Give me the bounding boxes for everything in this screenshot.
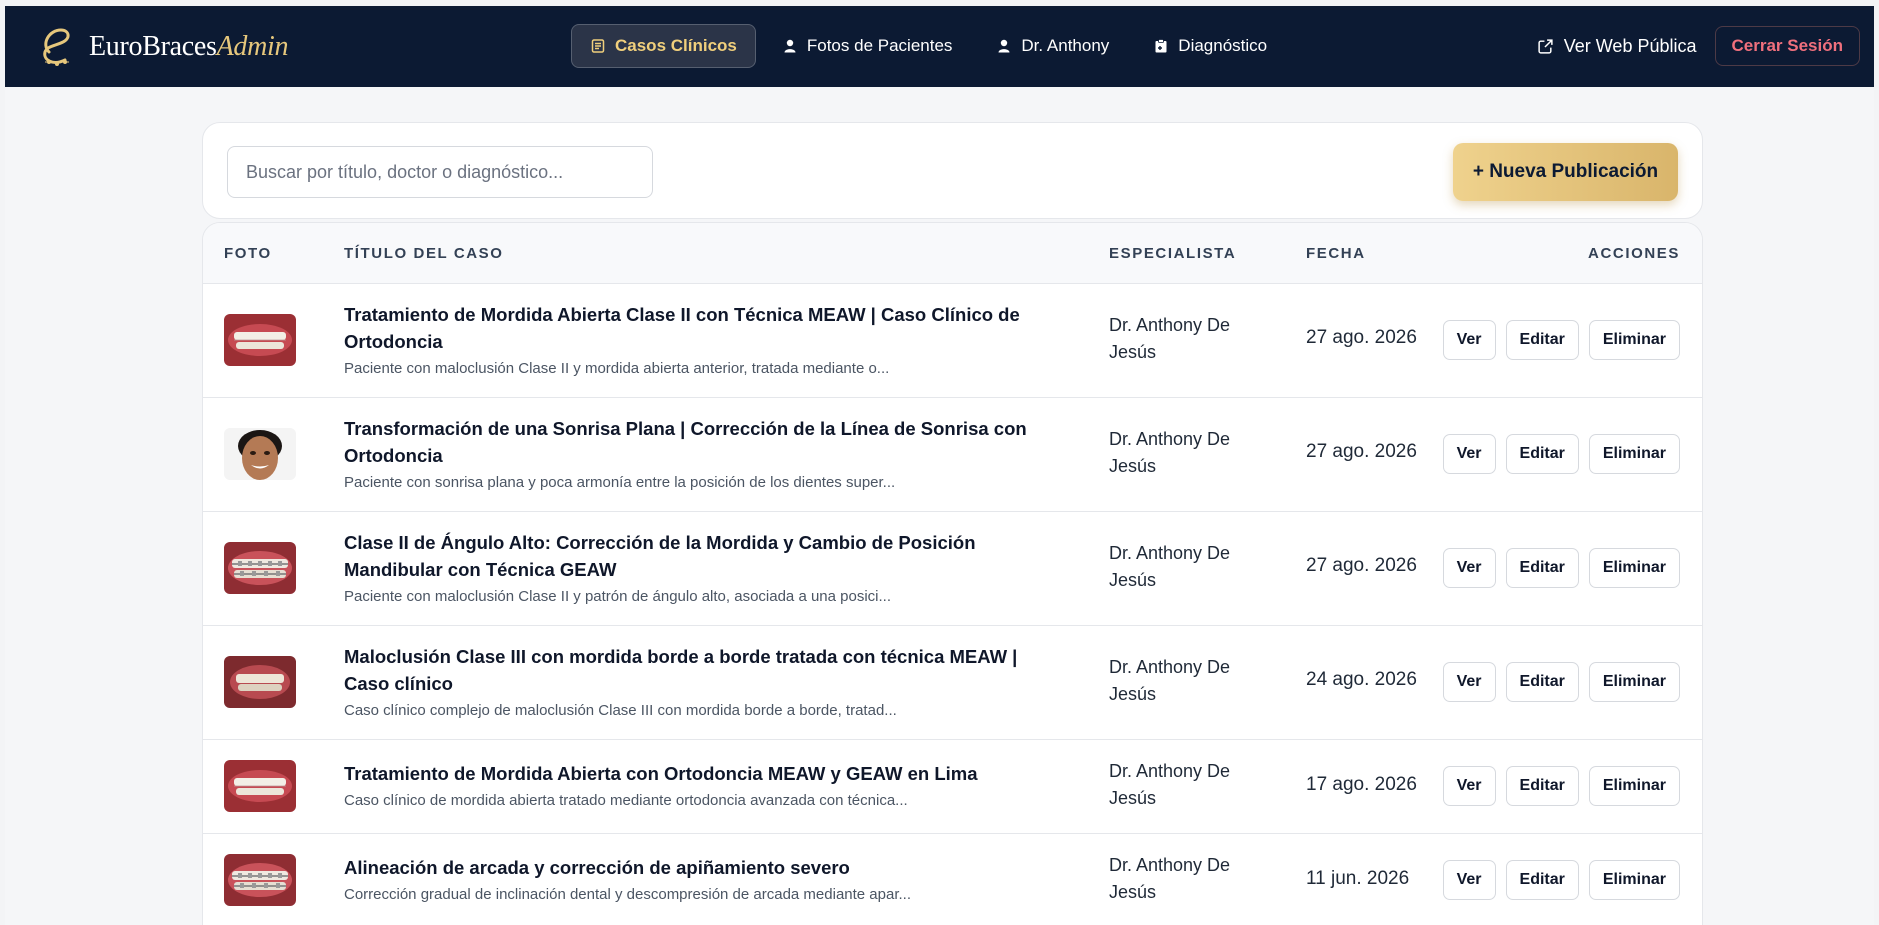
nav-tab-diagnostico[interactable]: Diagnóstico [1135, 24, 1285, 68]
user-icon [784, 39, 796, 53]
view-button[interactable]: Ver [1442, 662, 1496, 702]
nav-tab-label: Fotos de Pacientes [806, 36, 953, 55]
document-icon [591, 39, 605, 53]
row-actions: Ver Editar Eliminar [1442, 662, 1680, 702]
nav-tab-casos-clinicos[interactable]: Casos Clínicos [571, 24, 756, 68]
delete-button[interactable]: Eliminar [1588, 860, 1680, 900]
header-title: TÍTULO DEL CASO [344, 245, 504, 262]
case-photo [224, 760, 296, 812]
row-actions: Ver Editar Eliminar [1442, 766, 1680, 806]
case-photo [224, 854, 296, 906]
case-date: 27 ago. 2026 [1306, 555, 1417, 576]
header-specialist: ESPECIALISTA [1109, 245, 1237, 262]
table-row[interactable]: Tratamiento de Mordida Abierta con Ortod… [203, 740, 1702, 834]
toolbar-card: + Nueva Publicación [202, 122, 1703, 219]
row-actions: Ver Editar Eliminar [1442, 320, 1680, 360]
case-date: 27 ago. 2026 [1306, 441, 1417, 462]
delete-button[interactable]: Eliminar [1588, 662, 1680, 702]
case-title[interactable]: Tratamiento de Mordida Abierta con Ortod… [344, 760, 1044, 787]
nav-tab-label: Dr. Anthony [1021, 36, 1110, 55]
main-nav: Casos Clínicos Fotos de Pacientes Dr. An… [571, 24, 1285, 68]
nav-tab-dr-anthony[interactable]: Dr. Anthony [978, 24, 1127, 68]
nav-tab-fotos-pacientes[interactable]: Fotos de Pacientes [764, 24, 971, 68]
case-description: Paciente con sonrisa plana y poca armoní… [344, 474, 896, 491]
public-site-label: Ver Web Pública [1563, 35, 1697, 56]
case-date: 17 ago. 2026 [1306, 774, 1417, 795]
view-button[interactable]: Ver [1442, 860, 1496, 900]
search-input[interactable] [227, 146, 653, 198]
new-post-button[interactable]: + Nueva Publicación [1453, 143, 1678, 201]
view-button[interactable]: Ver [1442, 320, 1496, 360]
edit-button[interactable]: Editar [1505, 766, 1579, 806]
case-specialist: Dr. Anthony De Jesús [1109, 657, 1231, 704]
external-link-icon [1538, 38, 1553, 54]
edit-button[interactable]: Editar [1505, 548, 1579, 588]
edit-button[interactable]: Editar [1505, 320, 1579, 360]
table-row[interactable]: Transformación de una Sonrisa Plana | Co… [203, 398, 1702, 512]
case-date: 24 ago. 2026 [1306, 669, 1417, 690]
case-photo [224, 542, 296, 594]
view-button[interactable]: Ver [1442, 548, 1496, 588]
delete-button[interactable]: Eliminar [1588, 766, 1680, 806]
logout-button[interactable]: Cerrar Sesión [1714, 26, 1860, 66]
view-button[interactable]: Ver [1442, 434, 1496, 474]
case-description: Corrección gradual de inclinación dental… [344, 886, 912, 903]
case-photo [224, 314, 296, 366]
edit-button[interactable]: Editar [1505, 662, 1579, 702]
clipboard-icon [1155, 39, 1167, 53]
case-title[interactable]: Tratamiento de Mordida Abierta Clase II … [344, 301, 1044, 355]
case-photo [224, 428, 296, 480]
table-row[interactable]: Maloclusión Clase III con mordida borde … [203, 626, 1702, 740]
header-photo: FOTO [224, 245, 272, 262]
table-row[interactable]: Clase II de Ángulo Alto: Corrección de l… [203, 512, 1702, 626]
brand[interactable]: EuroBracesAdmin [35, 22, 289, 72]
header-date: FECHA [1306, 245, 1366, 262]
public-site-link[interactable]: Ver Web Pública [1537, 36, 1697, 57]
table-row[interactable]: Tratamiento de Mordida Abierta Clase II … [203, 284, 1702, 398]
row-actions: Ver Editar Eliminar [1442, 548, 1680, 588]
row-actions: Ver Editar Eliminar [1442, 860, 1680, 900]
case-description: Paciente con maloclusión Clase II y mord… [344, 360, 890, 377]
case-title[interactable]: Maloclusión Clase III con mordida borde … [344, 643, 1044, 697]
delete-button[interactable]: Eliminar [1588, 434, 1680, 474]
top-navbar: EuroBracesAdmin Casos Clínicos Fotos de … [5, 6, 1874, 87]
case-description: Paciente con maloclusión Clase II y patr… [344, 588, 892, 605]
brand-name: EuroBracesAdmin [89, 30, 289, 62]
table-row[interactable]: Alineación de arcada y corrección de api… [203, 834, 1702, 925]
case-title[interactable]: Alineación de arcada y corrección de api… [344, 854, 1044, 881]
case-title[interactable]: Transformación de una Sonrisa Plana | Co… [344, 415, 1044, 469]
cases-table: FOTO TÍTULO DEL CASO ESPECIALISTA FECHA … [202, 222, 1703, 925]
e-monogram-icon [43, 27, 70, 66]
case-date: 11 jun. 2026 [1306, 868, 1410, 889]
header-actions: ACCIONES [1588, 245, 1680, 262]
case-specialist: Dr. Anthony De Jesús [1109, 315, 1231, 362]
edit-button[interactable]: Editar [1505, 434, 1579, 474]
delete-button[interactable]: Eliminar [1588, 548, 1680, 588]
nav-right: Ver Web Pública Cerrar Sesión [1537, 26, 1860, 66]
case-specialist: Dr. Anthony De Jesús [1109, 429, 1231, 476]
view-button[interactable]: Ver [1442, 766, 1496, 806]
case-specialist: Dr. Anthony De Jesús [1109, 855, 1231, 902]
case-description: Caso clínico de mordida abierta tratado … [344, 792, 908, 809]
case-photo [224, 656, 296, 708]
row-actions: Ver Editar Eliminar [1442, 434, 1680, 474]
delete-button[interactable]: Eliminar [1588, 320, 1680, 360]
case-specialist: Dr. Anthony De Jesús [1109, 761, 1231, 808]
nav-tab-label: Diagnóstico [1178, 36, 1268, 55]
table-header: FOTO TÍTULO DEL CASO ESPECIALISTA FECHA … [203, 223, 1702, 284]
case-specialist: Dr. Anthony De Jesús [1109, 543, 1231, 590]
case-description: Caso clínico complejo de maloclusión Cla… [344, 702, 897, 719]
nav-tab-label: Casos Clínicos [615, 36, 737, 55]
user-icon [998, 39, 1010, 53]
app-frame: EuroBracesAdmin Casos Clínicos Fotos de … [5, 6, 1874, 925]
case-title[interactable]: Clase II de Ángulo Alto: Corrección de l… [344, 529, 1044, 583]
edit-button[interactable]: Editar [1505, 860, 1579, 900]
case-date: 27 ago. 2026 [1306, 327, 1417, 348]
